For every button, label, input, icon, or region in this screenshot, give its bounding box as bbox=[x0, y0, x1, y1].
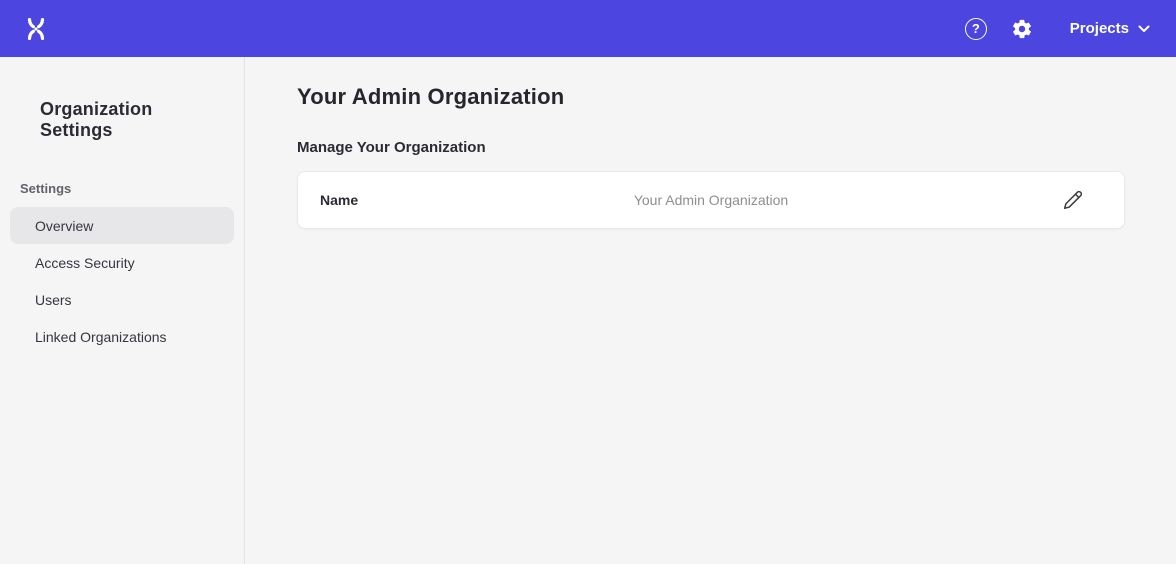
sidebar-item-access-security[interactable]: Access Security bbox=[10, 244, 234, 281]
sidebar-item-label: Users bbox=[35, 292, 72, 308]
help-circle-icon: ? bbox=[965, 18, 987, 40]
sidebar-title: Organization Settings bbox=[0, 57, 244, 141]
projects-dropdown[interactable]: Projects bbox=[1070, 20, 1150, 37]
sidebar-item-label: Overview bbox=[35, 218, 93, 234]
gear-icon bbox=[1011, 18, 1033, 40]
help-button[interactable]: ? bbox=[960, 13, 992, 45]
edit-name-button[interactable] bbox=[1060, 187, 1086, 213]
sidebar-item-overview[interactable]: Overview bbox=[10, 207, 234, 244]
topbar: ? Projects bbox=[0, 0, 1176, 57]
brand-x-logo-icon[interactable] bbox=[20, 13, 52, 45]
sidebar-item-label: Access Security bbox=[35, 255, 135, 271]
sidebar-item-linked-organizations[interactable]: Linked Organizations bbox=[10, 318, 234, 355]
sidebar-item-label: Linked Organizations bbox=[35, 329, 167, 345]
sidebar-nav: Overview Access Security Users Linked Or… bbox=[0, 207, 244, 355]
name-field-value: Your Admin Organization bbox=[634, 192, 788, 208]
brand-x-logo-glyph bbox=[23, 16, 49, 42]
projects-label: Projects bbox=[1070, 20, 1129, 37]
chevron-down-icon bbox=[1138, 25, 1150, 33]
topbar-actions: ? Projects bbox=[960, 13, 1150, 45]
sidebar-section-label: Settings bbox=[20, 181, 244, 196]
sidebar-item-users[interactable]: Users bbox=[10, 281, 234, 318]
main-content: Your Admin Organization Manage Your Orga… bbox=[246, 57, 1176, 564]
name-field-label: Name bbox=[320, 192, 358, 208]
section-title: Manage Your Organization bbox=[297, 139, 1176, 156]
page-title: Your Admin Organization bbox=[297, 84, 1176, 110]
sidebar: Organization Settings Settings Overview … bbox=[0, 57, 245, 564]
settings-button[interactable] bbox=[1006, 13, 1038, 45]
organization-name-card: Name Your Admin Organization bbox=[297, 171, 1125, 229]
pencil-icon bbox=[1063, 190, 1083, 210]
